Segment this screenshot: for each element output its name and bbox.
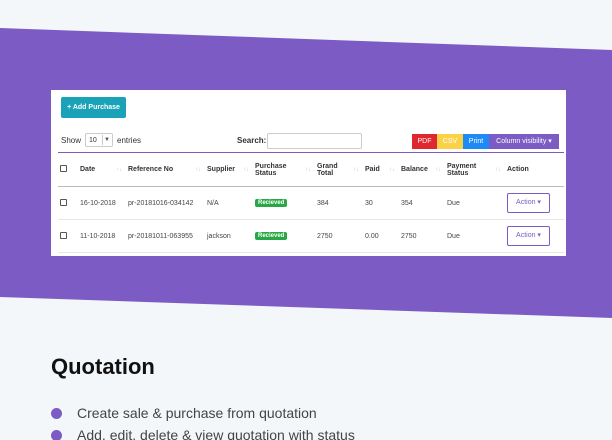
sort-icon: ↑↓	[243, 167, 249, 173]
sort-icon: ↑↓	[116, 167, 122, 173]
column-header-paid[interactable]: Paid ↑↓	[363, 153, 399, 187]
cell-reference: pr-20181016-034142	[126, 186, 205, 220]
column-header-date[interactable]: Date ↑↓	[78, 153, 126, 187]
pdf-button[interactable]: PDF	[412, 134, 437, 149]
table-row: 16-10-2018 pr-20181016-034142 N/A Reciev…	[58, 186, 564, 220]
bullet-dot-icon	[51, 429, 62, 440]
cell-paid: 0.00	[363, 219, 399, 253]
list-item: Create sale & purchase from quotation	[51, 402, 355, 424]
status-badge: Recieved	[255, 232, 288, 240]
sort-icon: ↑↓	[305, 167, 311, 173]
csv-button[interactable]: CSV	[437, 134, 463, 149]
page-size-control: Show 10 ▼ entries	[61, 133, 141, 147]
action-dropdown-button[interactable]: Action ▾	[507, 193, 550, 213]
page-size-value: 10	[89, 136, 97, 144]
column-header-balance[interactable]: Balance ↑↓	[399, 153, 445, 187]
cell-date: 16-10-2018	[78, 186, 126, 220]
sort-icon: ↑↓	[389, 167, 395, 173]
cell-date: 11-10-2018	[78, 219, 126, 253]
column-visibility-button[interactable]: Column visibility ▾	[489, 134, 559, 149]
cell-reference: pr-20181011-063955	[126, 219, 205, 253]
column-header-reference[interactable]: Reference No ↑↓	[126, 153, 205, 187]
cell-grand-total: 384	[315, 186, 363, 220]
table-header-row: Date ↑↓ Reference No ↑↓ Supplier ↑↓ Purchas…	[58, 152, 564, 187]
cell-payment-status: Due	[445, 219, 505, 253]
chevron-down-icon: ▼	[102, 135, 111, 145]
purchase-table: Date ↑↓ Reference No ↑↓ Supplier ↑↓ Purchas…	[58, 152, 564, 253]
add-purchase-button[interactable]: + Add Purchase	[61, 97, 126, 118]
select-all-checkbox[interactable]	[60, 165, 67, 172]
print-button[interactable]: Print	[463, 134, 489, 149]
export-button-group: PDF CSV Print Column visibility ▾	[412, 134, 559, 149]
section-title: Quotation	[51, 354, 155, 379]
column-header-payment-status[interactable]: Payment Status ↑↓	[445, 153, 505, 187]
sort-icon: ↑↓	[495, 167, 501, 173]
column-header-grand-total[interactable]: Grand Total ↑↓	[315, 153, 363, 187]
feature-text: Add, edit, delete & view quotation with …	[77, 427, 355, 440]
entries-label: entries	[117, 135, 142, 145]
show-label: Show	[61, 135, 82, 145]
cell-grand-total: 2750	[315, 219, 363, 253]
column-header-supplier[interactable]: Supplier ↑↓	[205, 153, 253, 187]
search-input[interactable]	[267, 133, 362, 149]
row-checkbox[interactable]	[60, 198, 67, 206]
status-badge: Recieved	[255, 199, 288, 207]
table-row: 11-10-2018 pr-20181011-063955 jackson Re…	[58, 219, 564, 253]
cell-payment-status: Due	[445, 186, 505, 220]
bullet-dot-icon	[51, 407, 62, 419]
search-label: Search:	[237, 136, 267, 145]
sort-icon: ↑↓	[195, 167, 201, 173]
purchase-list-card: + Add Purchase Show 10 ▼ entries Search:…	[51, 90, 566, 256]
list-item: Add, edit, delete & view quotation with …	[51, 424, 355, 440]
feature-text: Create sale & purchase from quotation	[77, 405, 317, 421]
feature-list: Create sale & purchase from quotation Ad…	[51, 402, 355, 440]
sort-icon: ↑↓	[435, 167, 441, 173]
page-size-select[interactable]: 10 ▼	[85, 133, 114, 147]
column-header-action: Action	[507, 166, 529, 173]
cell-balance: 2750	[399, 219, 445, 253]
row-checkbox[interactable]	[60, 231, 67, 239]
action-dropdown-button[interactable]: Action ▾	[507, 226, 550, 246]
column-header-purchase-status[interactable]: Purchase Status ↑↓	[253, 153, 315, 187]
sort-icon: ↑↓	[353, 167, 359, 173]
cell-paid: 30	[363, 186, 399, 220]
cell-balance: 354	[399, 186, 445, 220]
cell-supplier: N/A	[205, 186, 253, 220]
cell-supplier: jackson	[205, 219, 253, 253]
